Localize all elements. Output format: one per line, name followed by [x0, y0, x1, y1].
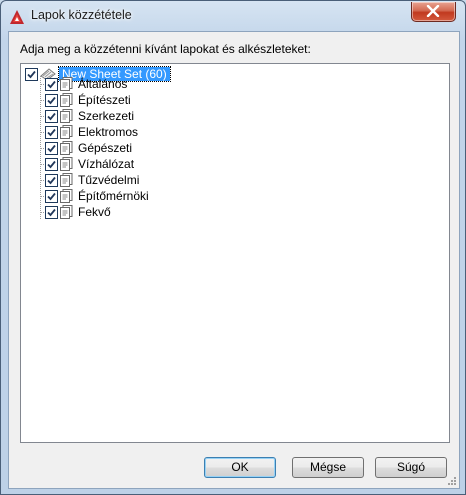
- sheet-tree-view[interactable]: New Sheet Set (60) Általános Építészeti …: [20, 63, 450, 443]
- tree-item-gepeszeti[interactable]: Gépészeti: [45, 140, 132, 156]
- subset-label: Szerkezeti: [78, 109, 135, 123]
- close-icon: [426, 5, 440, 17]
- cancel-button[interactable]: Mégse: [292, 457, 364, 478]
- sheet-subset-icon: [60, 141, 73, 155]
- subset-label: Elektromos: [78, 125, 139, 139]
- subset-label: Építészeti: [78, 93, 131, 107]
- ok-button[interactable]: OK: [204, 457, 276, 478]
- autocad-icon: [10, 10, 24, 24]
- tree-item-fekvo[interactable]: Fekvő: [45, 204, 111, 220]
- tree-item-altalanos[interactable]: Általános: [45, 76, 127, 92]
- subset-checkbox[interactable]: [45, 125, 58, 139]
- resize-grip-icon[interactable]: [447, 476, 457, 486]
- subset-checkbox[interactable]: [45, 157, 58, 171]
- tree-item-epiteszeti[interactable]: Építészeti: [45, 92, 131, 108]
- subset-label: Tűzvédelmi: [78, 173, 140, 187]
- root-checkbox[interactable]: [25, 67, 38, 81]
- subset-checkbox[interactable]: [45, 189, 58, 203]
- instruction-label: Adja meg a közzétenni kívánt lapokat és …: [20, 42, 311, 56]
- tree-item-elektromos[interactable]: Elektromos: [45, 124, 138, 140]
- subset-label: Általános: [78, 77, 128, 91]
- title-bar[interactable]: Lapok közzététele: [1, 1, 465, 31]
- sheet-subset-icon: [60, 125, 73, 139]
- dialog-window: Lapok közzététele Adja meg a közzétenni …: [0, 0, 466, 495]
- help-button[interactable]: Súgó: [375, 457, 447, 478]
- subset-checkbox[interactable]: [45, 93, 58, 107]
- checkmark-icon: [27, 70, 36, 78]
- sheet-subset-icon: [60, 173, 73, 187]
- sheet-subset-icon: [60, 157, 73, 171]
- checkmark-icon: [47, 208, 56, 216]
- tree-item-epitomernoki[interactable]: Építőmérnöki: [45, 188, 149, 204]
- checkmark-icon: [47, 192, 56, 200]
- checkmark-icon: [47, 112, 56, 120]
- subset-checkbox[interactable]: [45, 173, 58, 187]
- dialog-body: Adja meg a közzétenni kívánt lapokat és …: [8, 31, 460, 489]
- checkmark-icon: [47, 176, 56, 184]
- sheet-subset-icon: [60, 109, 73, 123]
- checkmark-icon: [47, 80, 56, 88]
- subset-checkbox[interactable]: [45, 141, 58, 155]
- sheet-subset-icon: [60, 205, 73, 219]
- subset-label: Vízhálózat: [78, 157, 135, 171]
- tree-item-vizhalozat[interactable]: Vízhálózat: [45, 156, 134, 172]
- checkmark-icon: [47, 160, 56, 168]
- sheet-subset-icon: [60, 189, 73, 203]
- subset-checkbox[interactable]: [45, 109, 58, 123]
- tree-item-tuzvedelmi[interactable]: Tűzvédelmi: [45, 172, 139, 188]
- checkmark-icon: [47, 96, 56, 104]
- subset-label: Gépészeti: [78, 141, 133, 155]
- sheet-subset-icon: [60, 77, 73, 91]
- subset-checkbox[interactable]: [45, 77, 58, 91]
- window-title: Lapok közzététele: [31, 8, 132, 22]
- checkmark-icon: [47, 128, 56, 136]
- checkmark-icon: [47, 144, 56, 152]
- subset-checkbox[interactable]: [45, 205, 58, 219]
- subset-label: Építőmérnöki: [78, 189, 149, 203]
- close-button[interactable]: [411, 2, 456, 22]
- tree-item-szerkezeti[interactable]: Szerkezeti: [45, 108, 134, 124]
- subset-label: Fekvő: [78, 205, 111, 219]
- sheet-subset-icon: [60, 93, 73, 107]
